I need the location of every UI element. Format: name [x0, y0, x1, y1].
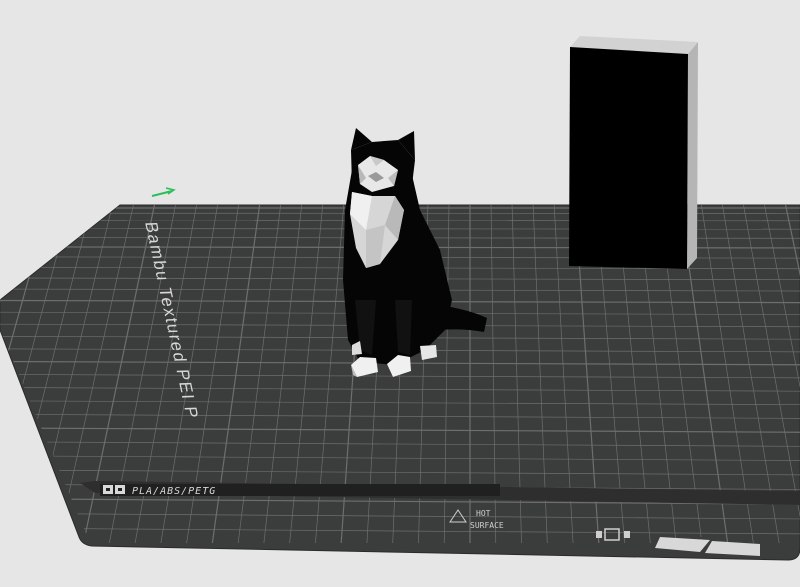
axis-indicator-icon[interactable]: [151, 187, 176, 197]
block-object[interactable]: [569, 36, 698, 269]
svg-text:SURFACE: SURFACE: [470, 521, 504, 530]
3d-viewport[interactable]: Bambu Textured PEI P PLA/ABS/PETG HOT SU…: [0, 0, 800, 587]
material-compatibility-label: PLA/ABS/PETG: [132, 486, 216, 497]
svg-text:HOT: HOT: [476, 509, 491, 518]
